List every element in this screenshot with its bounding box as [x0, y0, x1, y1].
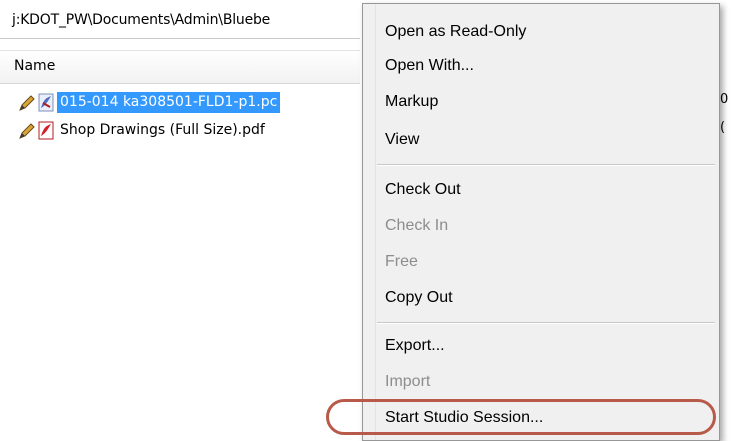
menu-item-open-with[interactable]: Open With... [385, 54, 474, 78]
pencil-icon [19, 123, 35, 139]
file-name: Shop Drawings (Full Size).pdf [60, 122, 265, 138]
menu-item-check-out[interactable]: Check Out [385, 178, 461, 202]
pdf-file-icon [38, 121, 54, 140]
pdf-file-icon [38, 93, 54, 112]
menu-item-markup[interactable]: Markup [385, 90, 438, 114]
menu-gutter [363, 4, 375, 440]
file-list: 015-014 ka308501-FLD1-p1.pc Shop Drawing… [0, 88, 360, 144]
menu-gutter-line [375, 4, 376, 440]
file-name: 015-014 ka308501-FLD1-p1.pc [57, 92, 281, 113]
menu-separator [377, 164, 715, 166]
menu-item-check-in: Check In [385, 217, 449, 234]
file-row[interactable]: 015-014 ka308501-FLD1-p1.pc [0, 88, 360, 116]
column-header-name[interactable]: Name [0, 50, 360, 84]
menu-item-free: Free [385, 253, 418, 270]
highlight-oval [326, 399, 716, 435]
right-edge-text: ( [720, 120, 726, 135]
column-header-label: Name [14, 58, 56, 74]
right-edge-column [719, 0, 732, 441]
menu-item-export[interactable]: Export... [385, 334, 445, 358]
menu-item-open-read-only[interactable]: Open as Read-Only [385, 20, 526, 44]
pencil-icon [19, 95, 35, 111]
path-bar[interactable]: j:KDOT_PW\Documents\Admin\Bluebe [0, 0, 360, 39]
path-text: j:KDOT_PW\Documents\Admin\Bluebe [12, 12, 271, 28]
menu-item-copy-out[interactable]: Copy Out [385, 286, 453, 310]
menu-item-import: Import [385, 373, 431, 390]
context-menu: Open as Read-Only Open With... Markup Vi… [362, 3, 720, 441]
menu-separator [377, 322, 715, 324]
right-edge-text: 0 [720, 92, 729, 107]
menu-item-view[interactable]: View [385, 128, 419, 152]
file-row[interactable]: Shop Drawings (Full Size).pdf [0, 116, 360, 144]
